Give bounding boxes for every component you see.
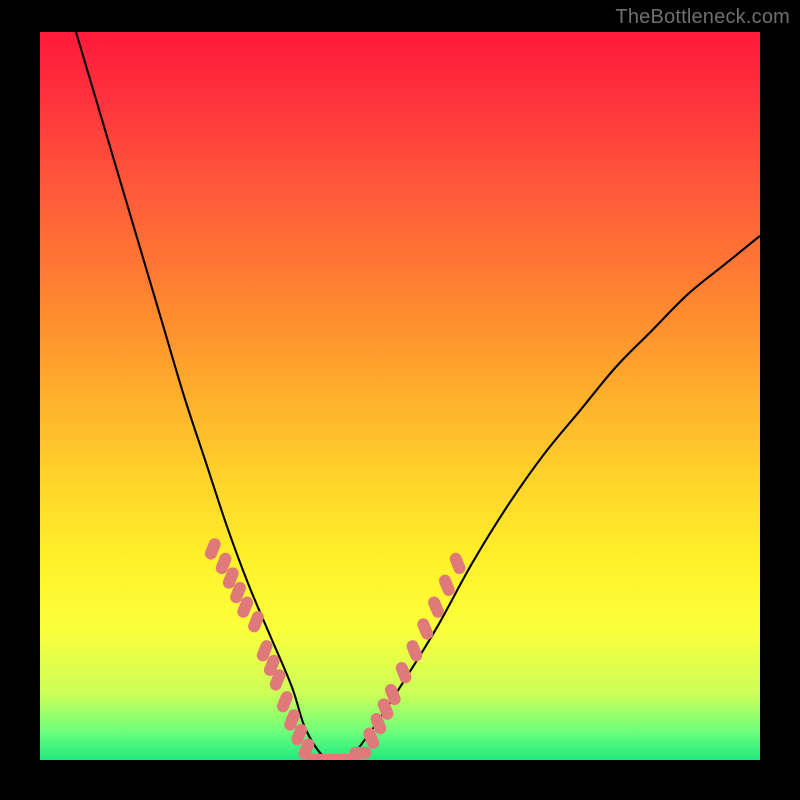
data-marker	[437, 573, 456, 598]
chart-svg	[40, 32, 760, 760]
watermark-text: TheBottleneck.com	[615, 6, 790, 29]
plot-area	[40, 32, 760, 760]
data-marker	[349, 747, 371, 759]
data-marker	[448, 551, 467, 576]
data-marker	[405, 638, 424, 663]
chart-frame: TheBottleneck.com	[0, 0, 800, 800]
